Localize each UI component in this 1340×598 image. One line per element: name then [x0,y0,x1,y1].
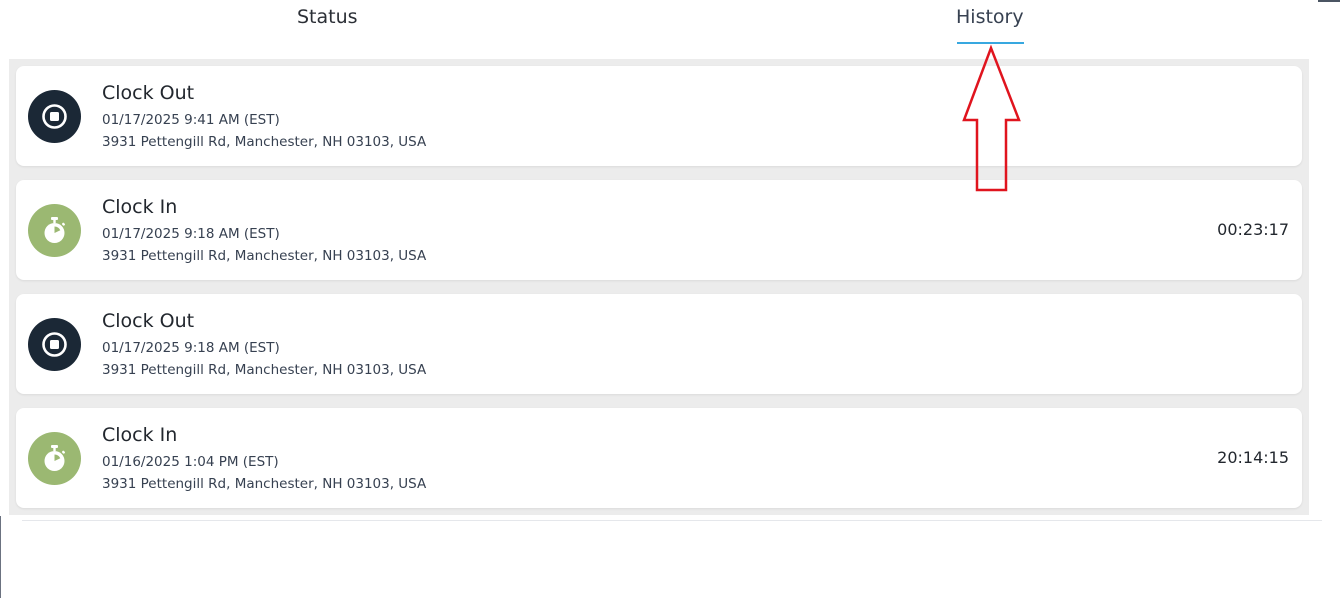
entry-duration: 00:23:17 [1217,220,1289,239]
history-list: Clock Out 01/17/2025 9:41 AM (EST) 3931 … [9,59,1309,515]
entry-duration: 20:14:15 [1217,448,1289,467]
entry-timestamp: 01/17/2025 9:18 AM (EST) [102,226,280,242]
history-entry-clock-in[interactable]: Clock In 01/17/2025 9:18 AM (EST) 3931 P… [16,180,1302,280]
entry-title: Clock In [102,424,178,446]
entry-title: Clock In [102,196,178,218]
tab-status[interactable]: Status [297,6,358,28]
tab-history[interactable]: History [956,6,1024,28]
entry-timestamp: 01/17/2025 9:41 AM (EST) [102,112,280,128]
entry-timestamp: 01/17/2025 9:18 AM (EST) [102,340,280,356]
entry-address: 3931 Pettengill Rd, Manchester, NH 03103… [102,248,427,264]
left-edge-line [0,516,1,598]
window-edge-mark [1318,0,1340,2]
entry-title: Clock Out [102,310,195,332]
tab-bar: Status History [0,0,1318,58]
entry-address: 3931 Pettengill Rd, Manchester, NH 03103… [102,362,427,378]
entry-address: 3931 Pettengill Rd, Manchester, NH 03103… [102,476,427,492]
history-entry-clock-out[interactable]: Clock Out 01/17/2025 9:41 AM (EST) 3931 … [16,66,1302,166]
stopwatch-icon [28,204,81,257]
stop-icon [28,90,81,143]
stopwatch-icon [28,432,81,485]
stop-icon [28,318,81,371]
entry-title: Clock Out [102,82,195,104]
entry-address: 3931 Pettengill Rd, Manchester, NH 03103… [102,134,427,150]
bottom-divider [22,520,1322,521]
entry-timestamp: 01/16/2025 1:04 PM (EST) [102,454,279,470]
history-entry-clock-in[interactable]: Clock In 01/16/2025 1:04 PM (EST) 3931 P… [16,408,1302,508]
up-arrow-annotation-icon [962,44,1021,192]
history-entry-clock-out[interactable]: Clock Out 01/17/2025 9:18 AM (EST) 3931 … [16,294,1302,394]
